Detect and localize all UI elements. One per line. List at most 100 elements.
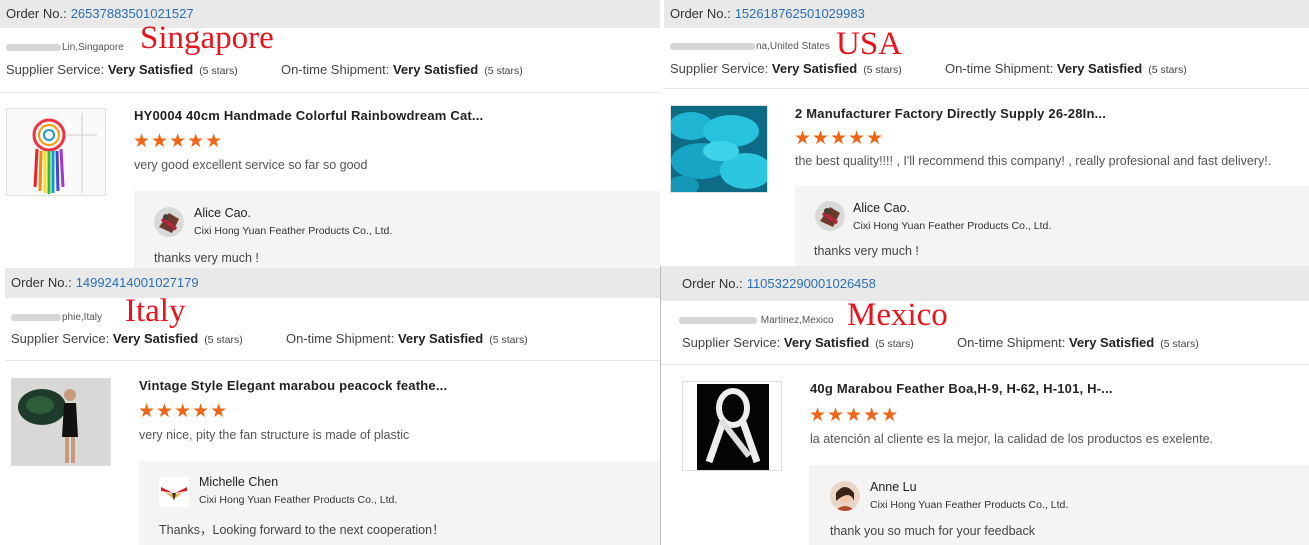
review-card-singapore: Order No.: 26537883501021527 Lin,Singapor… — [0, 0, 660, 268]
reply-author: Michelle Chen — [199, 475, 279, 489]
buyer-location: Martinez,Mexico — [679, 315, 834, 326]
redacted-name — [11, 313, 61, 321]
order-bar: Order No.: 26537883501021527 — [0, 0, 660, 28]
shipment-stars-text: (5 stars) — [484, 65, 523, 77]
star-rating: ★★★★★ — [809, 405, 900, 426]
avatar — [154, 207, 184, 237]
shipment-stars-text: (5 stars) — [1160, 338, 1199, 350]
collage-divider — [660, 266, 661, 545]
shipment-rating: Very Satisfied — [397, 331, 484, 346]
ratings-row: Supplier Service: Very Satisfied (5 stars… — [670, 61, 1187, 76]
redacted-name — [6, 43, 61, 51]
star-rating: ★★★★★ — [138, 401, 229, 422]
order-number-link[interactable]: 152618762501029983 — [735, 6, 865, 21]
order-bar: Order No.: 14992414001027179 — [5, 268, 660, 298]
product-title-link[interactable]: HY0004 40cm Handmade Colorful Rainbowdre… — [134, 108, 483, 123]
order-label: Order No.: — [682, 276, 743, 291]
seller-reply: Michelle Chen Cixi Hong Yuan Feather Pro… — [139, 461, 660, 545]
avatar — [159, 477, 189, 507]
country-annotation: USA — [836, 26, 903, 62]
review-card-italy: Order No.: 14992414001027179 phie,Italy I… — [5, 268, 660, 545]
redacted-name — [670, 42, 755, 50]
product-thumbnail[interactable] — [11, 378, 111, 466]
review-text: la atención al cliente es la mejor, la c… — [810, 432, 1214, 446]
shipment-rating: Very Satisfied — [1056, 61, 1143, 76]
reply-text: thank you so much for your feedback — [830, 524, 1035, 538]
avatar — [830, 481, 860, 511]
supplier-rating: Very Satisfied — [107, 62, 194, 77]
review-text: the best quality!!!! , I'll recommend th… — [795, 154, 1272, 168]
supplier-stars-text: (5 stars) — [863, 64, 902, 76]
ratings-row: Supplier Service: Very Satisfied (5 stars… — [6, 62, 523, 77]
supplier-rating: Very Satisfied — [783, 335, 870, 350]
reply-text: Thanks，Looking forward to the next coope… — [159, 523, 445, 537]
product-thumbnail[interactable] — [670, 105, 768, 193]
order-bar: Order No.: 110532290001026458 — [661, 266, 1309, 301]
review-text: very nice, pity the fan structure is mad… — [139, 428, 410, 442]
shipment-label: On-time Shipment: — [944, 61, 1054, 76]
shipment-stars-text: (5 stars) — [489, 334, 528, 346]
dreamcatcher-image — [7, 109, 105, 195]
review-card-mexico: Order No.: 110532290001026458 Martinez,Me… — [661, 266, 1309, 545]
seller-reply: Alice Cao. Cixi Hong Yuan Feather Produc… — [795, 186, 1309, 266]
supplier-label: Supplier Service: — [6, 62, 105, 77]
seller-reply: Alice Cao. Cixi Hong Yuan Feather Produc… — [134, 191, 660, 268]
ratings-row: Supplier Service: Very Satisfied (5 stars… — [682, 335, 1199, 350]
product-title-link[interactable]: 40g Marabou Feather Boa,H-9, H-62, H-101… — [810, 381, 1113, 396]
redacted-name — [679, 316, 757, 324]
buyer-location: phie,Italy — [11, 312, 102, 323]
buyer-location: Lin,Singapore — [6, 42, 124, 53]
reply-author: Anne Lu — [870, 480, 917, 494]
shipment-label: On-time Shipment: — [956, 335, 1066, 350]
reply-text: thanks very much ! — [154, 251, 259, 265]
country-annotation: Italy — [125, 293, 186, 329]
country-annotation: Singapore — [140, 20, 274, 56]
supplier-rating: Very Satisfied — [771, 61, 858, 76]
shipment-rating: Very Satisfied — [392, 62, 479, 77]
star-rating: ★★★★★ — [794, 128, 885, 149]
order-number-link[interactable]: 26537883501021527 — [71, 6, 194, 21]
divider — [661, 364, 1309, 365]
country-annotation: Mexico — [847, 297, 948, 333]
order-bar: Order No.: 152618762501029983 — [664, 0, 1309, 28]
order-number-link[interactable]: 14992414001027179 — [76, 275, 199, 290]
star-rating: ★★★★★ — [133, 131, 224, 152]
reply-company: Cixi Hong Yuan Feather Products Co., Ltd… — [199, 494, 398, 506]
feather-fan-model-image — [12, 379, 110, 465]
shipment-label: On-time Shipment: — [280, 62, 390, 77]
reply-company: Cixi Hong Yuan Feather Products Co., Ltd… — [194, 225, 393, 237]
reply-author: Alice Cao. — [194, 206, 251, 220]
product-title-link[interactable]: 2 Manufacturer Factory Directly Supply 2… — [795, 106, 1106, 121]
ratings-row: Supplier Service: Very Satisfied (5 stars… — [11, 331, 528, 346]
supplier-stars-text: (5 stars) — [204, 334, 243, 346]
order-number-link[interactable]: 110532290001026458 — [747, 276, 876, 291]
reply-company: Cixi Hong Yuan Feather Products Co., Ltd… — [870, 499, 1069, 511]
buyer-location: na,United States — [670, 41, 830, 52]
supplier-label: Supplier Service: — [11, 331, 110, 346]
reply-text: thanks very much ! — [814, 244, 919, 258]
reply-author: Alice Cao. — [853, 201, 910, 215]
supplier-label: Supplier Service: — [682, 335, 781, 350]
shipment-label: On-time Shipment: — [285, 331, 395, 346]
order-label: Order No.: — [6, 6, 67, 21]
seller-reply: Anne Lu Cixi Hong Yuan Feather Products … — [809, 465, 1309, 545]
divider — [664, 88, 1309, 89]
supplier-stars-text: (5 stars) — [875, 338, 914, 350]
supplier-label: Supplier Service: — [670, 61, 769, 76]
supplier-stars-text: (5 stars) — [199, 65, 238, 77]
avatar — [815, 201, 845, 231]
white-boa-ribbon-image — [683, 382, 781, 470]
reply-company: Cixi Hong Yuan Feather Products Co., Ltd… — [853, 220, 1052, 232]
order-label: Order No.: — [670, 6, 731, 21]
product-title-link[interactable]: Vintage Style Elegant marabou peacock fe… — [139, 378, 447, 393]
review-text: very good excellent service so far so go… — [134, 158, 368, 172]
shipment-stars-text: (5 stars) — [1148, 64, 1187, 76]
product-thumbnail[interactable] — [6, 108, 106, 196]
shipment-rating: Very Satisfied — [1068, 335, 1155, 350]
divider — [5, 360, 660, 361]
review-card-usa: Order No.: 152618762501029983 na,United S… — [664, 0, 1309, 266]
supplier-rating: Very Satisfied — [112, 331, 199, 346]
product-thumbnail[interactable] — [682, 381, 782, 471]
divider — [0, 92, 660, 93]
order-label: Order No.: — [11, 275, 72, 290]
